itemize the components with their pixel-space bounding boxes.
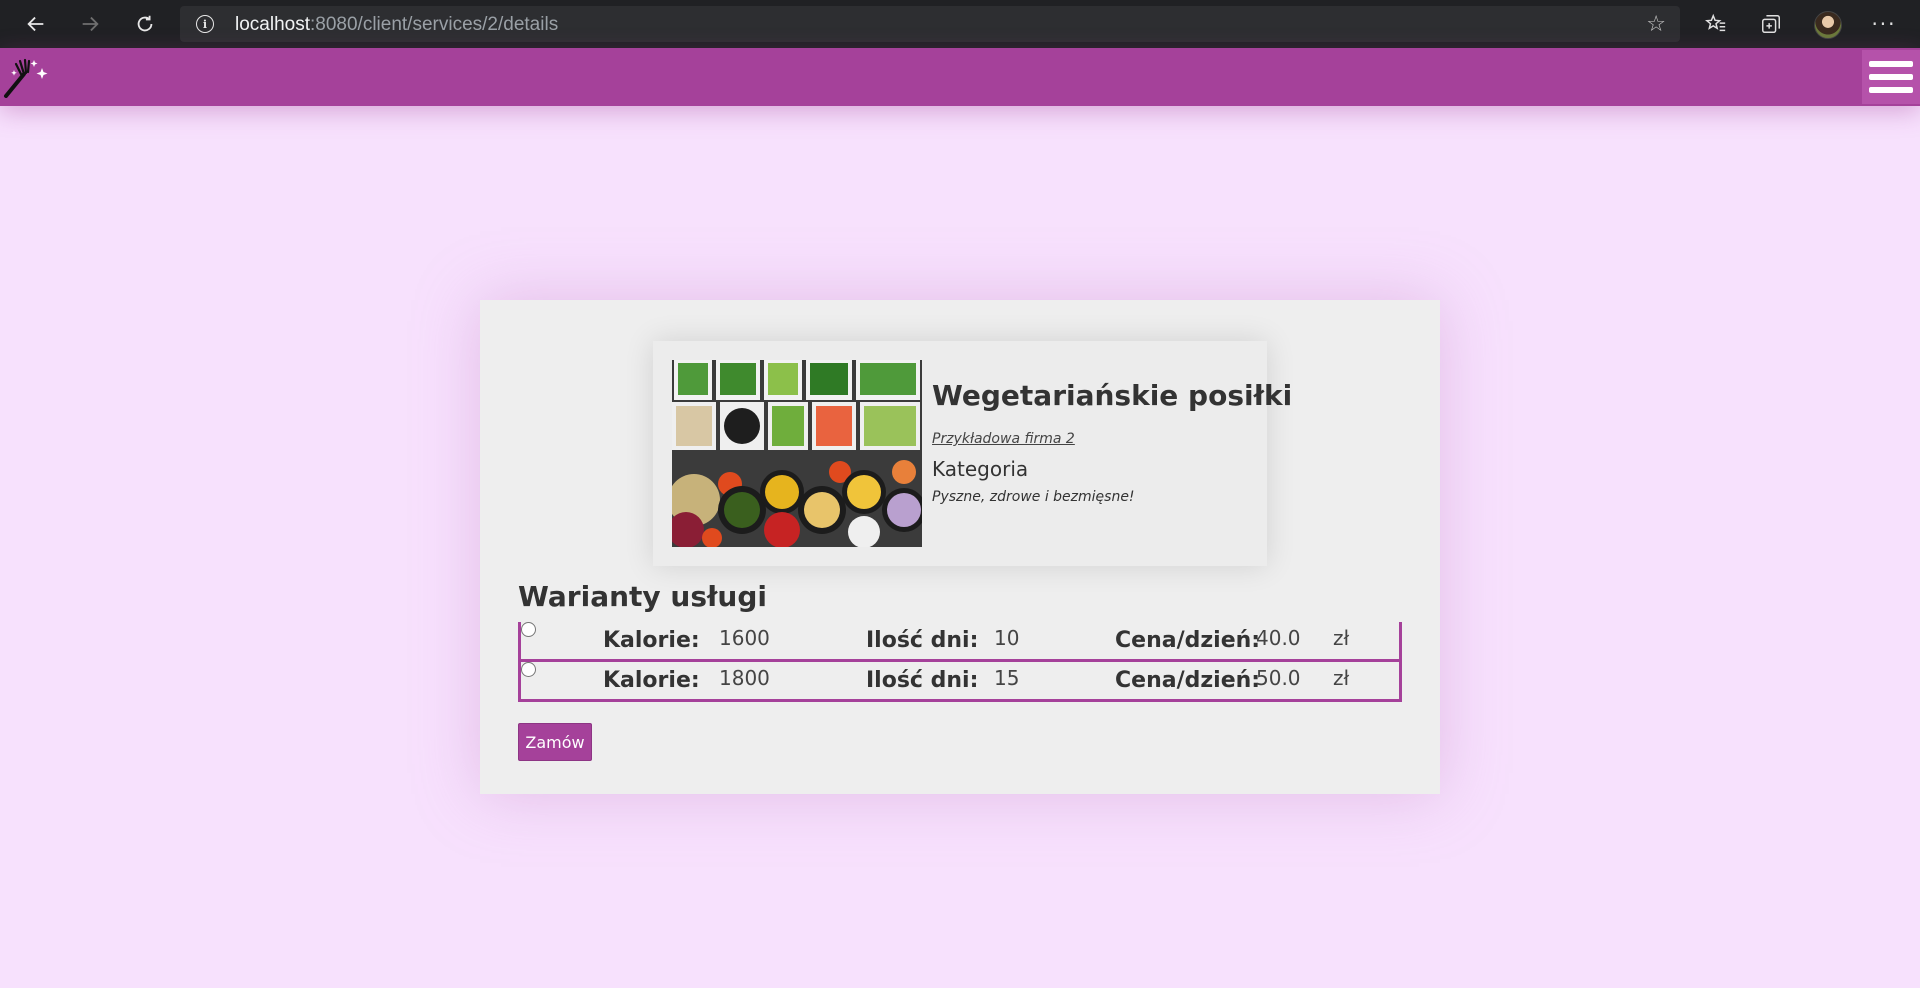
url-text[interactable]: localhost:8080/client/services/2/details: [235, 14, 558, 36]
service-details-panel: Wegetariańskie posiłki Przykładowa firma…: [480, 300, 1440, 794]
service-description: Pyszne, zdrowe i bezmięsne!: [932, 489, 1135, 505]
back-icon[interactable]: [22, 10, 50, 38]
info-icon[interactable]: i: [196, 15, 214, 33]
service-card: Wegetariańskie posiłki Przykładowa firma…: [653, 341, 1292, 566]
calories-label: Kalorie:: [603, 668, 700, 693]
service-title: Wegetariańskie posiłki: [932, 379, 1293, 412]
reload-icon[interactable]: [131, 10, 159, 38]
star-icon[interactable]: ☆: [1646, 12, 1666, 37]
more-icon[interactable]: ···: [1870, 10, 1898, 38]
forward-icon[interactable]: [76, 10, 104, 38]
calories-value: 1600: [719, 626, 770, 650]
price-value: 50.0: [1256, 666, 1301, 690]
variants-heading: Warianty usługi: [518, 580, 767, 613]
days-value: 15: [994, 666, 1020, 690]
address-bar[interactable]: i localhost:8080/client/services/2/detai…: [180, 6, 1680, 42]
days-value: 10: [994, 626, 1020, 650]
calories-value: 1800: [719, 666, 770, 690]
days-label: Ilość dni:: [866, 668, 979, 693]
variants-list: Kalorie: 1600 Ilość dni: 10 Cena/dzień: …: [518, 622, 1402, 702]
price-label: Cena/dzień:: [1115, 668, 1261, 693]
service-image: [672, 360, 922, 547]
price-value: 40.0: [1256, 626, 1301, 650]
service-category: Kategoria: [932, 457, 1029, 481]
variant-radio[interactable]: [521, 622, 536, 637]
days-label: Ilość dni:: [866, 628, 979, 653]
price-label: Cena/dzień:: [1115, 628, 1261, 653]
profile-avatar[interactable]: [1814, 11, 1842, 39]
currency: zł: [1333, 666, 1350, 690]
app-navbar: [0, 48, 1920, 106]
variant-row[interactable]: Kalorie: 1800 Ilość dni: 15 Cena/dzień: …: [518, 662, 1402, 702]
calories-label: Kalorie:: [603, 628, 700, 653]
collections-icon[interactable]: [1757, 10, 1785, 38]
fork-wand-logo[interactable]: [2, 56, 52, 98]
currency: zł: [1333, 626, 1350, 650]
variant-row[interactable]: Kalorie: 1600 Ilość dni: 10 Cena/dzień: …: [518, 622, 1402, 662]
variant-radio[interactable]: [521, 662, 536, 677]
favorites-icon[interactable]: [1702, 10, 1730, 38]
order-button[interactable]: Zamów: [518, 723, 592, 761]
company-link[interactable]: Przykładowa firma 2: [932, 431, 1075, 447]
hamburger-menu-icon[interactable]: [1862, 50, 1920, 104]
browser-toolbar: i localhost:8080/client/services/2/detai…: [0, 0, 1920, 48]
